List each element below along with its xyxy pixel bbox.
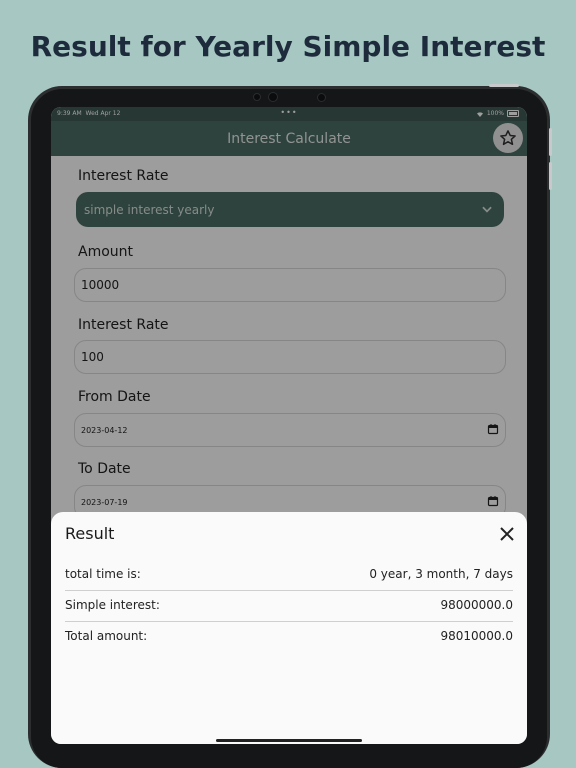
result-row-total-time: total time is: 0 year, 3 month, 7 days (65, 559, 513, 589)
result-row-value: 0 year, 3 month, 7 days (369, 567, 513, 581)
close-icon[interactable] (499, 526, 515, 542)
result-row-label: total time is: (65, 567, 141, 581)
camera-lens (268, 92, 278, 102)
result-row-value: 98000000.0 (440, 598, 513, 612)
app-screen: 9:39 AM Wed Apr 12 ••• 100% Interest Cal… (51, 107, 527, 744)
result-row-label: Simple interest: (65, 598, 160, 612)
result-sheet: Result total time is: 0 year, 3 month, 7… (51, 512, 527, 744)
camera-sensor (317, 93, 326, 102)
result-row-total-amount: Total amount: 98010000.0 (65, 621, 513, 651)
result-row-value: 98010000.0 (440, 629, 513, 643)
camera-dot (253, 93, 261, 101)
result-title: Result (65, 524, 115, 543)
result-row-label: Total amount: (65, 629, 148, 643)
volume-up-button (549, 128, 552, 156)
top-button (489, 84, 519, 87)
volume-down-button (549, 162, 552, 190)
result-row-simple-interest: Simple interest: 98000000.0 (65, 590, 513, 620)
page-headline: Result for Yearly Simple Interest (30, 30, 546, 63)
home-indicator[interactable] (216, 739, 362, 742)
